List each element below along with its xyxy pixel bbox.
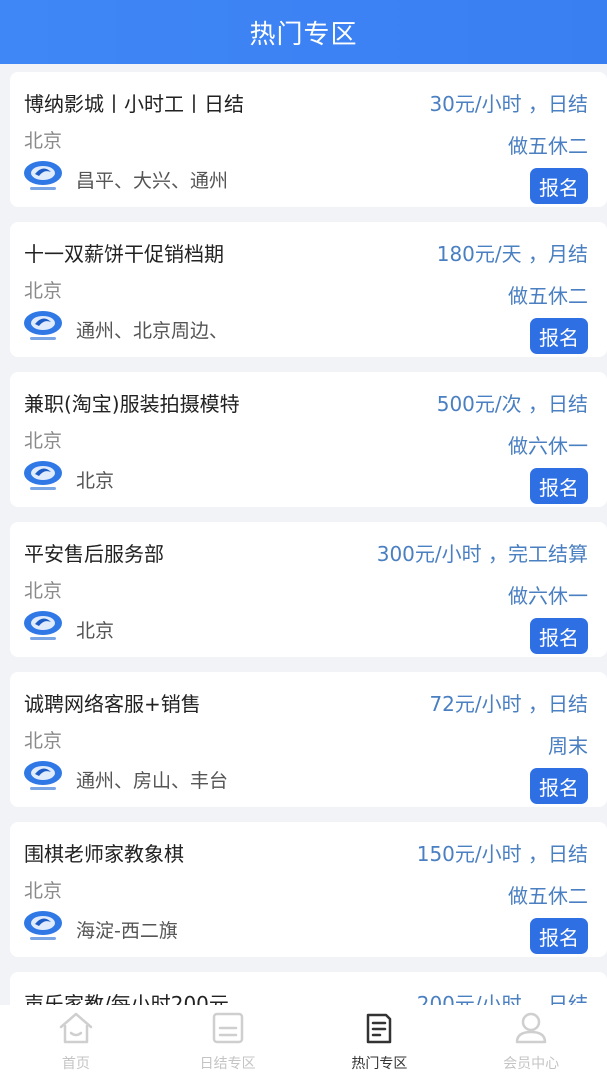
job-salary: 300元/小时 ，完工结算 [376, 542, 588, 566]
apply-button[interactable]: 报名 [530, 918, 588, 954]
job-card[interactable]: 声乐家教/每小时200元 200元/小时 ，日结 [10, 972, 607, 1005]
job-city: 北京 [24, 280, 63, 302]
job-area: 海淀-西二旗 [76, 920, 178, 942]
job-title: 诚聘网络客服+销售 [24, 692, 201, 716]
tab-daily-pay[interactable]: 日结专区 [152, 1005, 304, 1080]
job-salary: 72元/小时 ，日结 [429, 692, 588, 716]
job-salary: 150元/小时 ，日结 [416, 842, 588, 866]
home-icon [59, 1012, 93, 1044]
job-title: 围棋老师家教象棋 [24, 842, 184, 866]
job-title: 十一双薪饼干促销档期 [24, 242, 224, 266]
job-city: 北京 [24, 580, 63, 602]
job-area: 通州、房山、丰台 [76, 770, 229, 792]
job-list[interactable]: 博纳影城丨小时工丨日结 30元/小时 ，日结 北京 做五休二 昌平、大兴、通州 … [0, 64, 607, 1005]
job-city: 北京 [24, 880, 63, 902]
company-logo-icon [24, 761, 62, 790]
job-title: 博纳影城丨小时工丨日结 [24, 92, 244, 116]
company-logo-icon [24, 161, 62, 190]
job-card[interactable]: 博纳影城丨小时工丨日结 30元/小时 ，日结 北京 做五休二 昌平、大兴、通州 … [10, 72, 607, 207]
job-schedule: 周末 [548, 734, 588, 758]
tab-label: 日结专区 [199, 1056, 256, 1072]
user-icon [515, 1012, 547, 1044]
header-bar: 热门专区 [0, 0, 607, 64]
job-title: 声乐家教/每小时200元 [24, 992, 229, 1005]
company-logo-icon [24, 311, 62, 340]
document-icon [212, 1012, 243, 1044]
job-card[interactable]: 诚聘网络客服+销售 72元/小时 ，日结 北京 周末 通州、房山、丰台 报名 [10, 672, 607, 807]
tab-label: 会员中心 [503, 1056, 560, 1072]
job-area: 北京 [76, 470, 115, 492]
job-title: 兼职(淘宝)服装拍摄模特 [24, 392, 240, 416]
tab-label: 热门专区 [351, 1056, 408, 1072]
notes-icon [367, 1013, 392, 1044]
job-area: 北京 [76, 620, 115, 642]
job-city: 北京 [24, 430, 63, 452]
job-salary: 180元/天 ，月结 [436, 242, 588, 266]
page-title: 热门专区 [249, 19, 358, 50]
job-salary: 200元/小时 ，日结 [416, 992, 588, 1005]
job-city: 北京 [24, 730, 63, 752]
job-schedule: 做五休二 [508, 284, 588, 308]
job-card[interactable]: 围棋老师家教象棋 150元/小时 ，日结 北京 做五休二 海淀-西二旗 报名 [10, 822, 607, 957]
job-schedule: 做五休二 [508, 884, 588, 908]
job-area: 通州、北京周边、 [76, 320, 229, 342]
job-schedule: 做六休一 [508, 434, 588, 458]
job-area: 昌平、大兴、通州 [76, 170, 229, 192]
tab-home[interactable]: 首页 [0, 1005, 152, 1080]
job-card[interactable]: 平安售后服务部 300元/小时 ，完工结算 北京 做六休一 北京 报名 [10, 522, 607, 657]
job-city: 北京 [24, 130, 63, 152]
job-title: 平安售后服务部 [24, 542, 164, 566]
job-card[interactable]: 兼职(淘宝)服装拍摄模特 500元/次 ，日结 北京 做六休一 北京 报名 [10, 372, 607, 507]
job-salary: 500元/次 ，日结 [436, 392, 588, 416]
apply-button[interactable]: 报名 [530, 768, 588, 804]
apply-button[interactable]: 报名 [530, 468, 588, 504]
company-logo-icon [24, 611, 62, 640]
company-logo-icon [24, 911, 62, 940]
apply-button[interactable]: 报名 [530, 318, 588, 354]
apply-button[interactable]: 报名 [530, 168, 588, 204]
tab-member-center[interactable]: 会员中心 [455, 1005, 607, 1080]
tab-hot-zone[interactable]: 热门专区 [304, 1005, 456, 1080]
tab-label: 首页 [61, 1056, 90, 1072]
job-salary: 30元/小时 ，日结 [429, 92, 588, 116]
job-schedule: 做六休一 [508, 584, 588, 608]
company-logo-icon [24, 461, 62, 490]
job-schedule: 做五休二 [508, 134, 588, 158]
apply-button[interactable]: 报名 [530, 618, 588, 654]
bottom-tab-bar: 首页 日结专区 热门专区 会员中心 [0, 1005, 607, 1080]
job-card[interactable]: 十一双薪饼干促销档期 180元/天 ，月结 北京 做五休二 通州、北京周边、 报… [10, 222, 607, 357]
